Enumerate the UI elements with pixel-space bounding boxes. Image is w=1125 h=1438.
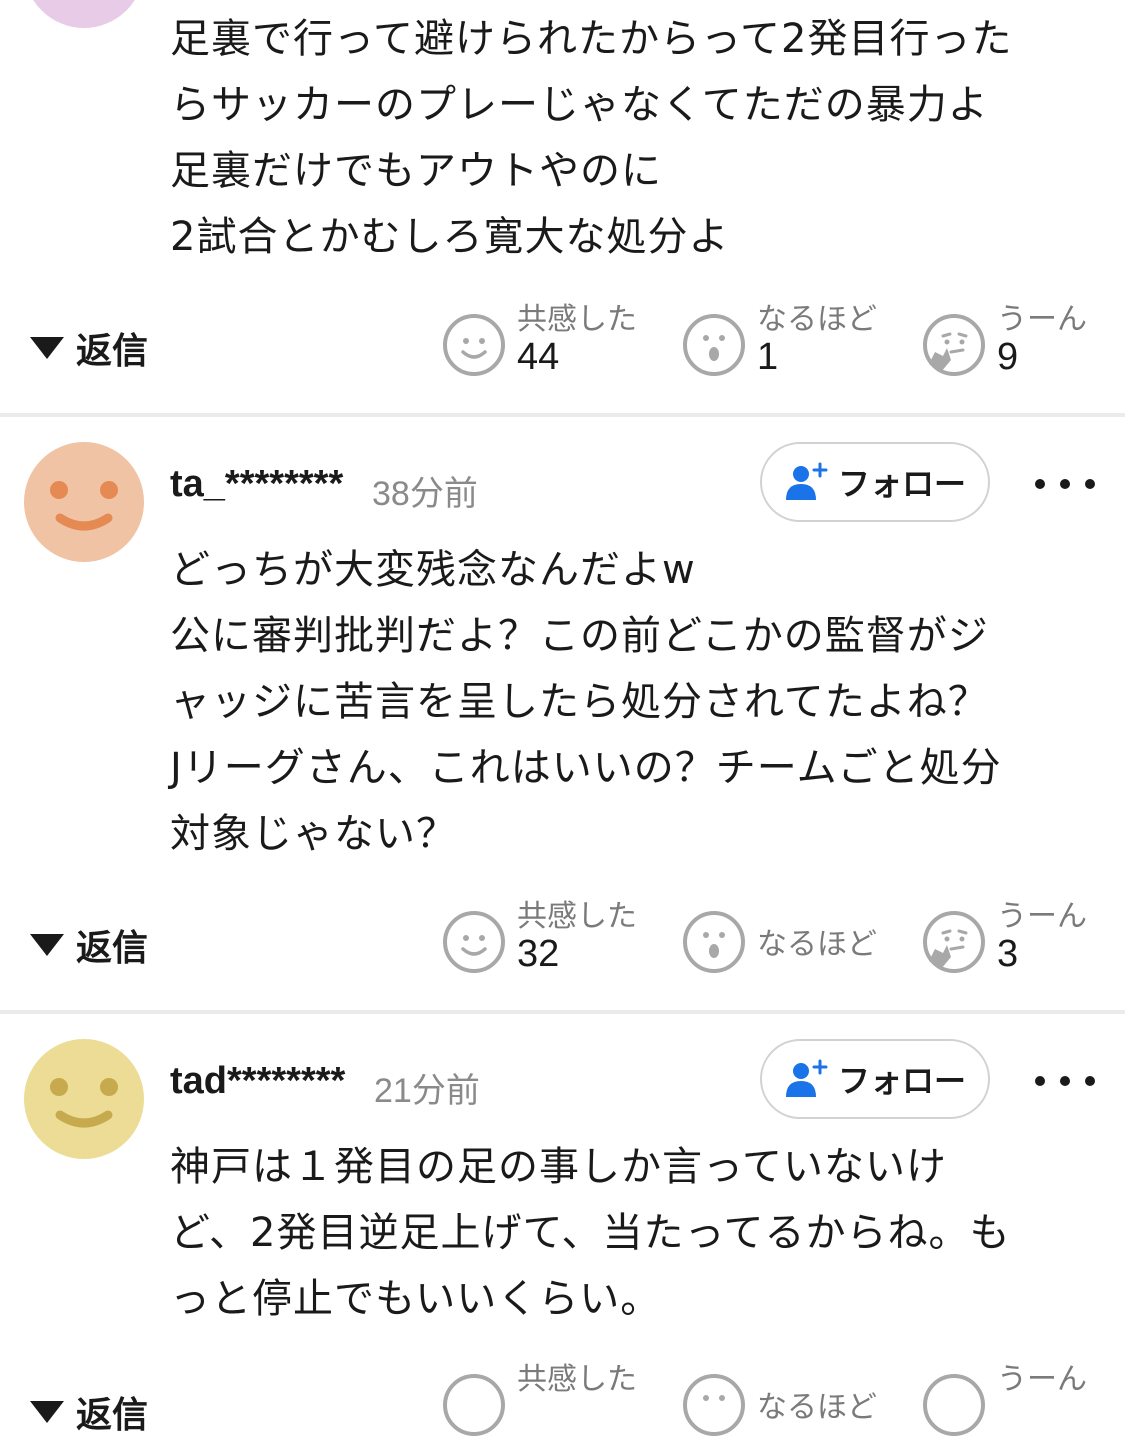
add-user-icon <box>784 1057 828 1101</box>
timestamp: 38分前 <box>372 475 478 513</box>
follow-label: フォロー <box>837 1062 966 1100</box>
avatar[interactable] <box>24 442 144 562</box>
caret-down-icon <box>30 1401 64 1423</box>
reply-label: 返信 <box>76 928 149 969</box>
comment-card: ta_******** 38分前 フォロー どっちが大変残念なんだよw 公に審判… <box>0 417 1125 1010</box>
comment-line: どっちが大変残念なんだよw <box>170 547 696 593</box>
username[interactable]: tad******** <box>170 1060 345 1103</box>
reaction-count: 1 <box>757 336 779 378</box>
reaction-count: 44 <box>517 336 560 378</box>
thinking-icon <box>921 1372 987 1438</box>
comment-line: ど、2発目逆足上げて、当たってるからね。も <box>170 1210 1011 1256</box>
reaction-label: 共感した <box>517 302 637 337</box>
timestamp: 21分前 <box>374 1072 480 1110</box>
reaction-label: 共感した <box>517 1362 637 1397</box>
comment-line: 神戸は１発目の足の事しか言っていないけ <box>170 1144 947 1190</box>
thinking-icon <box>921 312 987 378</box>
comment-line: 公に審判批判だよ？この前どこかの監督がジ <box>170 613 989 659</box>
comment-line: 2試合とかむしろ寛大な処分よ <box>170 214 730 260</box>
follow-label: フォロー <box>837 465 966 503</box>
comment-text: 神戸は１発目の足の事しか言っていないけ ど、2発目逆足上げて、当たってるからね。… <box>170 1134 1110 1332</box>
comment-line: ャッジに苦言を呈したら処分されてたよね？ <box>170 679 989 725</box>
comment-line: 対象じゃない？ <box>170 811 457 857</box>
comment-card: 足裏で行って避けられたからって2発目行った らサッカーのプレーじゃなくてただの暴… <box>0 0 1125 415</box>
reaction-count: 3 <box>997 933 1019 975</box>
reply-toggle[interactable]: 返信 <box>30 1386 148 1438</box>
reaction-label: うーん <box>997 302 1087 337</box>
reaction-count: 9 <box>997 336 1019 378</box>
smile-icon <box>441 909 507 975</box>
surprised-icon <box>681 909 747 975</box>
surprised-icon <box>681 1372 747 1438</box>
comment-line: 足裏だけでもアウトやのに <box>170 148 662 194</box>
reaction-label: 共感した <box>517 899 637 934</box>
thinking-icon <box>921 909 987 975</box>
username[interactable]: ta_******** <box>170 463 343 506</box>
comment-card: tad******** 21分前 フォロー 神戸は１発目の足の事しか言っていない… <box>0 1014 1125 1436</box>
reaction-label: なるほど <box>757 302 877 337</box>
comment-line: Jリーグさん、これはいいの？チームごと処分 <box>170 745 1002 791</box>
follow-button[interactable]: フォロー <box>760 1039 990 1119</box>
more-options-icon[interactable] <box>1035 469 1095 499</box>
avatar[interactable] <box>24 0 144 28</box>
reply-toggle[interactable]: 返信 <box>30 919 148 971</box>
reply-label: 返信 <box>76 1395 149 1436</box>
smile-icon <box>441 312 507 378</box>
reaction-label: なるほど <box>757 927 877 962</box>
more-options-icon[interactable] <box>1035 1066 1095 1096</box>
reply-toggle[interactable]: 返信 <box>30 322 148 374</box>
comment-line: 足裏で行って避けられたからって2発目行った <box>170 16 1013 62</box>
reaction-count: 32 <box>517 933 560 975</box>
reaction-label: うーん <box>997 1362 1087 1397</box>
comment-text: 足裏で行って避けられたからって2発目行った らサッカーのプレーじゃなくてただの暴… <box>170 6 1110 270</box>
caret-down-icon <box>30 337 64 359</box>
surprised-icon <box>681 312 747 378</box>
smile-icon <box>441 1372 507 1438</box>
avatar[interactable] <box>24 1039 144 1159</box>
reaction-label: うーん <box>997 899 1087 934</box>
reply-label: 返信 <box>76 331 149 372</box>
follow-button[interactable]: フォロー <box>760 442 990 522</box>
reaction-label: なるほど <box>757 1390 877 1425</box>
comment-text: どっちが大変残念なんだよw 公に審判批判だよ？この前どこかの監督がジ ャッジに苦… <box>170 537 1110 867</box>
comment-line: っと停止でもいいくらい。 <box>170 1276 662 1322</box>
comment-line: らサッカーのプレーじゃなくてただの暴力よ <box>170 82 989 128</box>
caret-down-icon <box>30 934 64 956</box>
add-user-icon <box>784 460 828 504</box>
